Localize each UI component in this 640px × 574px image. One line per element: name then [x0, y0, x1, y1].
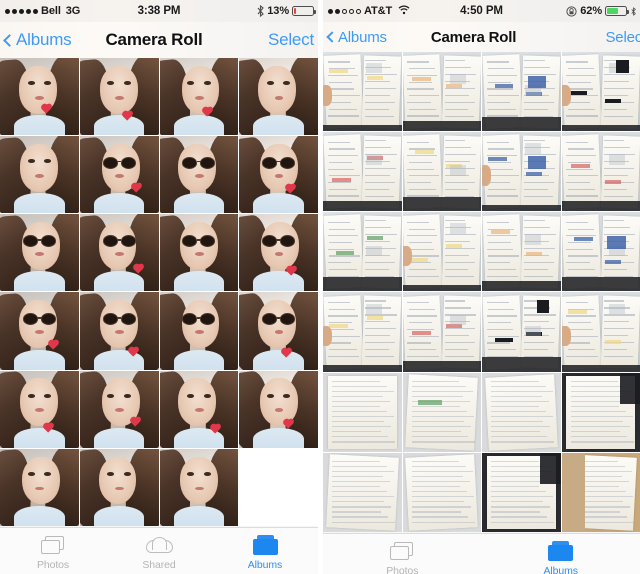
photo-thumbnail[interactable] [0, 292, 79, 370]
back-to-albums-button[interactable]: Albums [323, 29, 387, 46]
photo-thumbnail[interactable] [159, 214, 239, 292]
tab-label: Photos [386, 565, 419, 574]
right-photo-grid [323, 52, 640, 532]
photo-thumbnail[interactable] [402, 372, 481, 452]
photo-thumbnail[interactable] [79, 58, 159, 136]
photo-thumbnail[interactable] [402, 292, 481, 372]
photo-thumbnail[interactable] [561, 452, 640, 532]
right-phone-screen: AT&T 4:50 PM 62% Albums Camera Roll Sele… [323, 0, 640, 574]
photo-thumbnail[interactable] [239, 214, 318, 292]
photo-thumbnail [239, 448, 318, 526]
left-status-bar: Bell 3G 3:38 PM 13% [0, 0, 318, 22]
photo-thumbnail[interactable] [239, 370, 318, 448]
tab-label: Shared [142, 559, 176, 571]
photo-thumbnail[interactable] [482, 292, 561, 372]
photo-thumbnail[interactable] [79, 448, 159, 526]
photo-thumbnail[interactable] [239, 58, 318, 136]
photo-thumbnail[interactable] [79, 214, 159, 292]
cloud-icon [145, 537, 173, 553]
photo-thumbnail[interactable] [159, 58, 239, 136]
photo-thumbnail[interactable] [159, 136, 239, 214]
photo-thumbnail[interactable] [159, 370, 239, 448]
photo-thumbnail[interactable] [239, 136, 318, 214]
photo-thumbnail[interactable] [482, 52, 561, 132]
photos-stack-icon [41, 535, 65, 555]
photo-thumbnail[interactable] [561, 212, 640, 292]
select-button[interactable]: Select [606, 29, 640, 46]
photo-thumbnail[interactable] [561, 52, 640, 132]
photo-thumbnail[interactable] [482, 212, 561, 292]
album-folder-icon [548, 541, 574, 561]
back-to-albums-button[interactable]: Albums [0, 30, 72, 50]
left-phone-screen: Bell 3G 3:38 PM 13% Albums Camera Roll S… [0, 0, 318, 574]
photo-thumbnail[interactable] [482, 452, 561, 532]
tab-albums[interactable]: Albums [482, 534, 640, 574]
photo-thumbnail[interactable] [323, 292, 402, 372]
photo-thumbnail[interactable] [0, 448, 79, 526]
photo-thumbnail[interactable] [323, 212, 402, 292]
photo-thumbnail[interactable] [79, 136, 159, 214]
photo-thumbnail[interactable] [159, 448, 239, 526]
battery-icon [605, 6, 629, 16]
album-folder-icon [252, 535, 278, 555]
photo-thumbnail[interactable] [0, 136, 79, 214]
photo-thumbnail[interactable] [561, 292, 640, 372]
photo-thumbnail[interactable] [0, 214, 79, 292]
tab-label: Albums [543, 565, 579, 574]
tab-photos[interactable]: Photos [323, 534, 482, 574]
left-photo-grid [0, 58, 318, 526]
tab-albums[interactable]: Albums [212, 528, 318, 571]
photo-thumbnail[interactable] [482, 132, 561, 212]
left-tab-bar: Photos Shared Albums [0, 527, 318, 574]
back-button-label: Albums [338, 28, 387, 46]
photo-thumbnail[interactable] [79, 292, 159, 370]
photo-thumbnail[interactable] [0, 370, 79, 448]
photo-thumbnail[interactable] [239, 292, 318, 370]
photo-thumbnail[interactable] [402, 132, 481, 212]
photo-thumbnail[interactable] [79, 370, 159, 448]
clock-label: 4:50 PM [460, 5, 503, 17]
photo-thumbnail[interactable] [402, 452, 481, 532]
tab-photos[interactable]: Photos [0, 528, 106, 571]
photo-thumbnail[interactable] [323, 372, 402, 452]
right-nav-bar: Albums Camera Roll Select [323, 22, 640, 52]
photo-thumbnail[interactable] [323, 52, 402, 132]
left-nav-bar: Albums Camera Roll Select [0, 22, 318, 58]
chevron-left-icon [3, 33, 16, 47]
tab-shared[interactable]: Shared [106, 528, 212, 571]
tab-label: Albums [247, 559, 283, 571]
battery-icon [292, 6, 316, 16]
photo-thumbnail[interactable] [402, 52, 481, 132]
clock-label: 3:38 PM [137, 5, 181, 17]
right-tab-bar: Photos Albums [323, 533, 640, 574]
photo-thumbnail[interactable] [323, 452, 402, 532]
select-button[interactable]: Select [268, 30, 318, 50]
photos-stack-icon [390, 541, 414, 561]
side-by-side-screenshots: Bell 3G 3:38 PM 13% Albums Camera Roll S… [0, 0, 640, 574]
tab-label: Photos [36, 559, 70, 571]
photo-thumbnail[interactable] [561, 372, 640, 452]
photo-thumbnail[interactable] [323, 132, 402, 212]
photo-thumbnail[interactable] [482, 372, 561, 452]
photo-thumbnail[interactable] [0, 58, 79, 136]
right-status-bar: AT&T 4:50 PM 62% [323, 0, 640, 22]
back-button-label: Albums [16, 30, 72, 49]
chevron-left-icon [326, 31, 338, 43]
photo-thumbnail[interactable] [159, 292, 239, 370]
photo-thumbnail[interactable] [402, 212, 481, 292]
photo-thumbnail[interactable] [561, 132, 640, 212]
